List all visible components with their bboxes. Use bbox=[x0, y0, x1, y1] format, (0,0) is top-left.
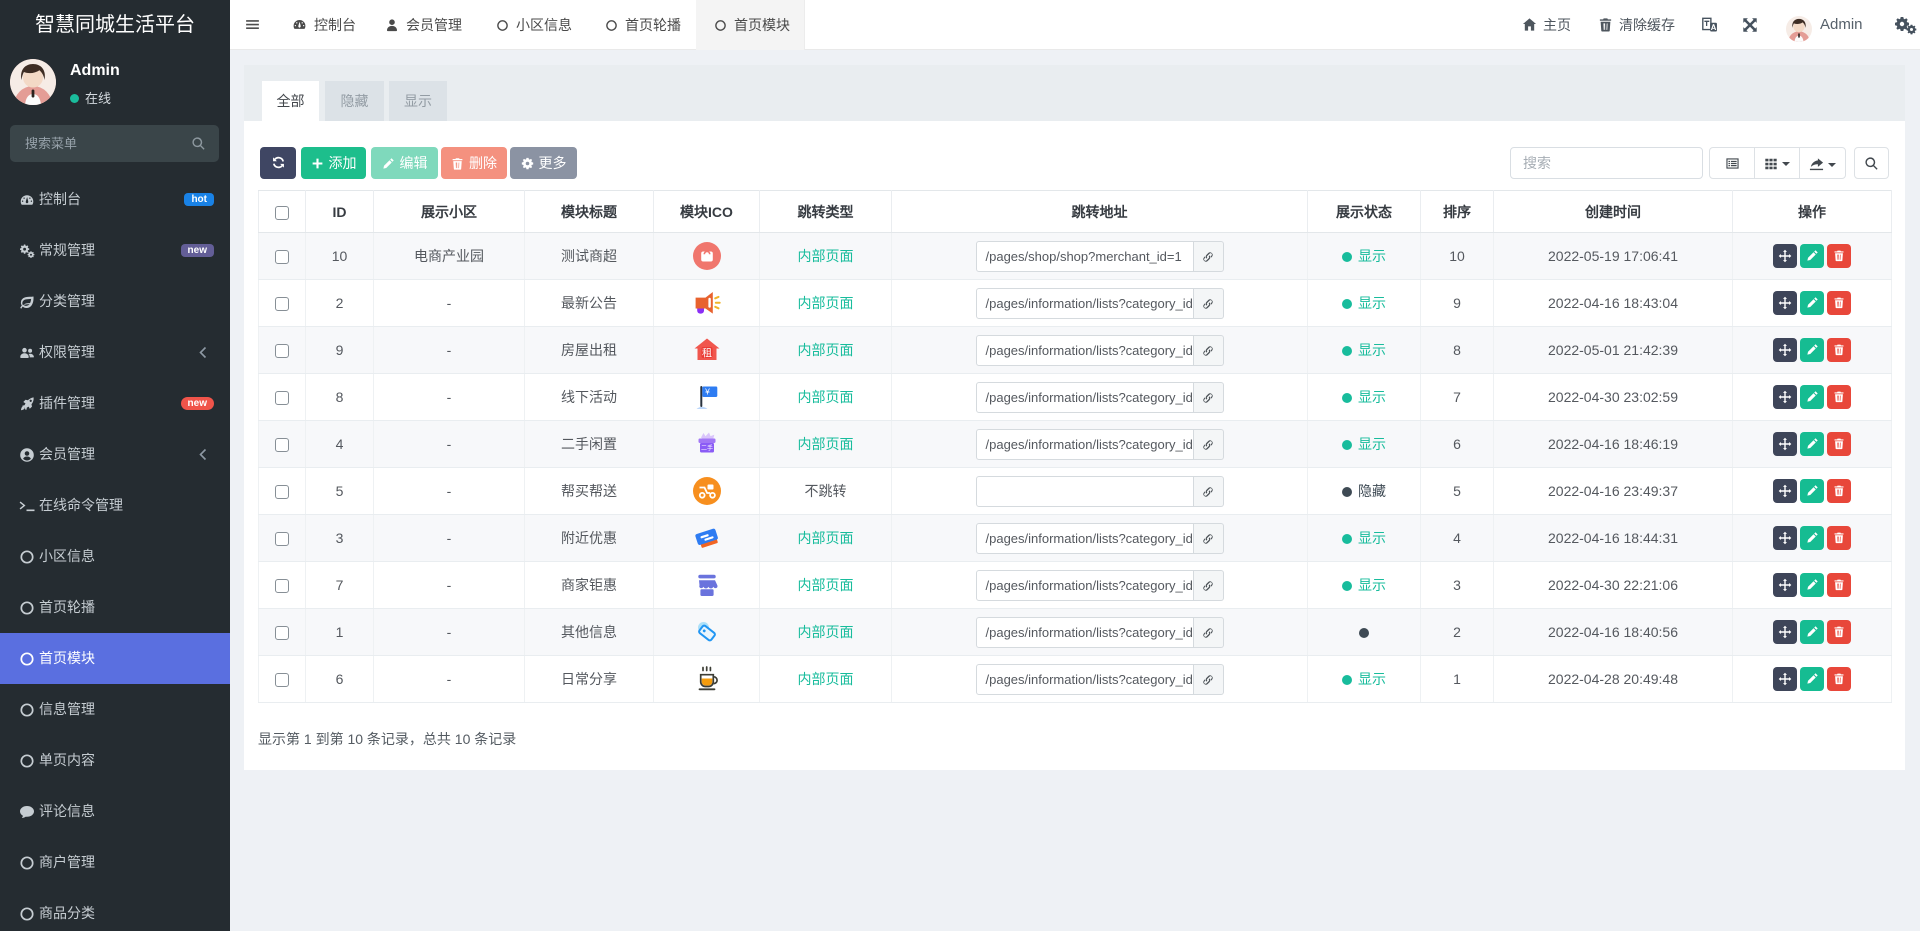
svg-text:二手: 二手 bbox=[700, 444, 712, 452]
svg-text:¥: ¥ bbox=[704, 387, 710, 397]
svg-text:租: 租 bbox=[702, 347, 712, 360]
